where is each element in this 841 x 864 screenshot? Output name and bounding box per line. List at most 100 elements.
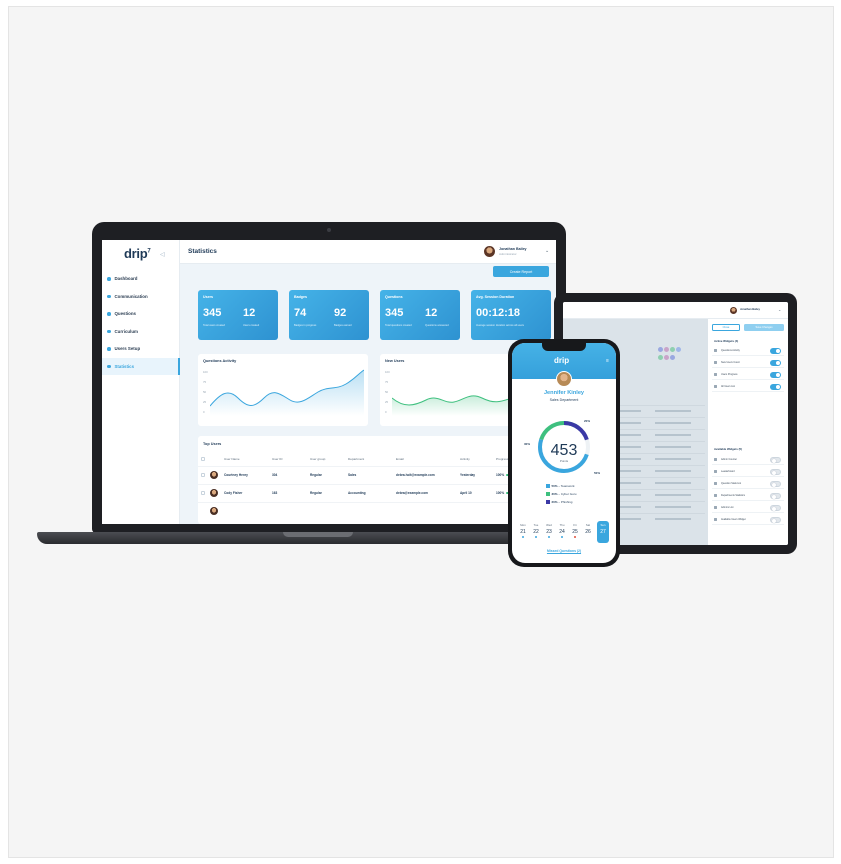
calendar-day[interactable]: Sat 26	[582, 521, 594, 543]
questions-activity-panel[interactable]: Questions Activity 100 75 50 25 0	[198, 354, 368, 426]
sidebar-item-users-setup[interactable]: Users Setup	[102, 340, 180, 358]
sidebar-item-label: Questions	[114, 311, 136, 317]
panel-title: Questions Activity	[203, 359, 237, 363]
legend-pct: 20%	[551, 500, 558, 504]
widget-toggle[interactable]	[770, 384, 781, 390]
select-all-checkbox[interactable]	[201, 457, 205, 461]
column-header[interactable]: User group	[310, 457, 325, 461]
column-header[interactable]: Department	[348, 457, 364, 461]
calendar-day[interactable]: Thu 24	[556, 521, 568, 543]
widget-toggle[interactable]	[770, 505, 781, 511]
widgets-panel: Close Save Changes Active Widgets (4) Qu…	[708, 319, 788, 545]
widget-item[interactable]: Departments Statistics	[712, 491, 784, 501]
widget-item[interactable]: Admins List	[712, 503, 784, 513]
drag-handle-icon[interactable]	[714, 482, 717, 485]
widget-item[interactable]: All Users List	[712, 382, 784, 392]
placeholder-line	[619, 458, 641, 460]
stat-card-questions[interactable]: Questions 345 12 Total questions created…	[380, 290, 460, 340]
day-name: Mon	[520, 523, 526, 527]
collapse-sidebar-icon[interactable]: ◁	[160, 251, 165, 258]
save-changes-button[interactable]: Save Changes	[744, 324, 784, 331]
user-name[interactable]: Jonathan Bailey	[740, 308, 760, 311]
drag-handle-icon[interactable]	[714, 361, 717, 364]
avatar[interactable]	[484, 246, 495, 257]
widget-item[interactable]: Leaderboard	[712, 467, 784, 477]
legend-swatch	[546, 484, 550, 488]
sidebar-item-statistics[interactable]: Statistics	[102, 357, 180, 375]
calendar-day[interactable]: Wed 23	[543, 521, 555, 543]
drag-handle-icon[interactable]	[714, 506, 717, 509]
sidebar-item-dashboard[interactable]: Dashboard	[102, 270, 180, 288]
legend-pct: 30%	[551, 492, 558, 496]
drag-handle-icon[interactable]	[714, 518, 717, 521]
calendar-day[interactable]: Mon 21	[517, 521, 529, 543]
widget-toggle[interactable]	[770, 348, 781, 354]
user-name[interactable]: Jonathan Bailey	[499, 247, 527, 251]
list-item	[615, 513, 705, 525]
column-header[interactable]: User Name	[224, 457, 240, 461]
column-header[interactable]: User ID	[272, 457, 283, 461]
missed-questions-link[interactable]: Missed Questions (2)	[512, 549, 616, 553]
drag-handle-icon[interactable]	[714, 385, 717, 388]
widget-item[interactable]: Question Stats List	[712, 479, 784, 489]
widget-toggle[interactable]	[770, 360, 781, 366]
widget-item[interactable]: Questions Activity	[712, 346, 784, 356]
widget-item[interactable]: Users Progress	[712, 370, 784, 380]
widget-item[interactable]: Admin Counter	[712, 455, 784, 465]
list-item	[615, 441, 705, 453]
avatar[interactable]	[730, 307, 737, 314]
calendar-day[interactable]: Tue 22	[530, 521, 542, 543]
drag-handle-icon[interactable]	[714, 458, 717, 461]
day-date: 22	[533, 529, 539, 535]
menu-icon[interactable]: ≡	[606, 358, 609, 364]
stat-card-badges[interactable]: Badges 74 92 Badges in progress Badges e…	[289, 290, 369, 340]
stat-card-users[interactable]: Users 345 12 Total users created Users c…	[198, 290, 278, 340]
dot	[670, 355, 675, 360]
avatar[interactable]	[556, 371, 572, 387]
calendar-day[interactable]: Fri 25	[569, 521, 581, 543]
sidebar-item-questions[interactable]: Questions	[102, 305, 180, 323]
legend-label: Phishing	[560, 500, 573, 504]
stat-caption: Average session duration across all user…	[476, 324, 524, 327]
stat-card-session-duration[interactable]: Avg. Session Duration 00:12:18 Average s…	[471, 290, 551, 340]
row-checkbox[interactable]	[201, 473, 205, 477]
widget-toggle[interactable]	[770, 469, 781, 475]
week-calendar: Mon 21 Tue 22 Wed 23 Thu 24 Fri 25 Sat 26 Sun 2…	[517, 521, 611, 543]
sidebar-item-curriculum[interactable]: Curriculum	[102, 323, 180, 341]
widget-label: All Users List	[721, 385, 735, 388]
table-row[interactable]: Courtney Henry 304 Regular Sales debra.h…	[198, 466, 556, 483]
phone: drip ≡ Jennifer Kinley Sales Department …	[508, 339, 620, 567]
stat-title: Badges	[294, 295, 307, 299]
calendar-day-today[interactable]: Sun 27	[597, 521, 609, 543]
create-report-button[interactable]: Create Report	[493, 266, 549, 277]
sidebar-item-communication[interactable]: Communication	[102, 288, 180, 306]
app-logo[interactable]: drip7	[124, 246, 151, 261]
widget-item[interactable]: New Users Count	[712, 358, 784, 368]
drag-handle-icon[interactable]	[714, 494, 717, 497]
table-row[interactable]	[198, 502, 556, 519]
cell-department: Accounting	[348, 491, 366, 495]
chevron-down-icon[interactable]: ⌄	[545, 248, 549, 254]
column-header[interactable]: Progress	[496, 457, 508, 461]
sidebar-item-label: Communication	[114, 293, 148, 299]
widget-toggle[interactable]	[770, 457, 781, 463]
drag-handle-icon[interactable]	[714, 470, 717, 473]
app-logo[interactable]: drip	[554, 356, 569, 365]
widget-label: Admin Counter	[721, 458, 737, 461]
column-header[interactable]: Activity	[460, 457, 470, 461]
column-header[interactable]: Email	[396, 457, 404, 461]
drag-handle-icon[interactable]	[714, 373, 717, 376]
widget-toggle[interactable]	[770, 517, 781, 523]
close-button[interactable]: Close	[712, 324, 740, 331]
row-checkbox[interactable]	[201, 491, 205, 495]
widget-toggle[interactable]	[770, 372, 781, 378]
chevron-down-icon[interactable]: ⌄	[778, 307, 781, 312]
table-row[interactable]: Cody Fisher 163 Regular Accounting debra…	[198, 484, 556, 501]
stat-caption: Total users created	[203, 324, 225, 327]
widget-toggle[interactable]	[770, 481, 781, 487]
stat-caption-secondary: Badges earned	[334, 324, 352, 327]
activity-dot	[561, 536, 563, 538]
drag-handle-icon[interactable]	[714, 349, 717, 352]
widget-item[interactable]: Available Users Widget	[712, 515, 784, 525]
widget-toggle[interactable]	[770, 493, 781, 499]
